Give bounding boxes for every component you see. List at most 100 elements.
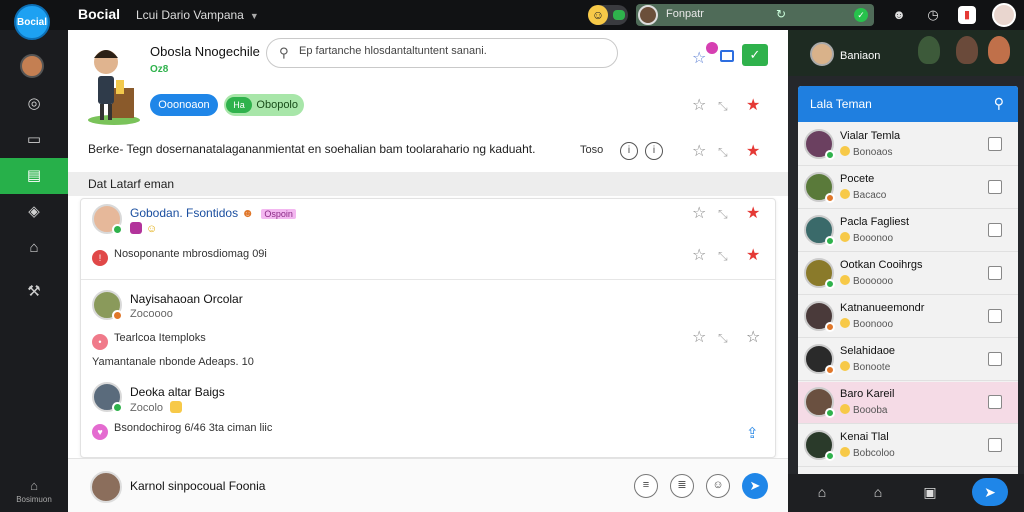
star-filled-icon[interactable]: ★ [746,142,760,162]
select-checkbox[interactable] [988,438,1002,452]
friend-name: Pocete [840,173,875,185]
friend-name: Ootkan Cooihrgs [840,259,923,271]
select-checkbox[interactable] [988,395,1002,409]
home-icon[interactable]: ⌂ [812,482,832,502]
friend-row-selected[interactable]: Baro Kareil Boooba [798,382,1018,424]
camera-icon[interactable]: ◎ [0,86,68,122]
confirm-button[interactable]: ✓ [742,44,768,66]
avatar[interactable] [92,204,123,235]
post-author-name[interactable]: Deoka altar Baigs [130,385,225,399]
search-input[interactable] [299,45,609,57]
tool-icon[interactable]: ⚒ [0,274,68,310]
star-filled-icon[interactable]: ★ [746,246,760,266]
refresh-icon[interactable]: ↻ [776,7,786,21]
book-icon[interactable]: ▭ [0,122,68,158]
pill-button-primary[interactable]: Ooonoaon [150,94,218,116]
expand-icon[interactable]: ⤡ [718,246,728,266]
description-time: Toso [580,144,604,156]
friend-status: Bacaco [840,189,886,201]
clock-icon[interactable]: ◷ [924,6,942,24]
expand-icon[interactable]: ⤡ [718,328,728,348]
smile-emoji-icon: ☺ [588,5,608,25]
friends-list-panel: Lala Teman ⚲ Vialar Temla Bonoaos Pocete… [798,86,1018,504]
info-icon[interactable]: i [620,142,638,160]
character-image [918,36,940,64]
rail-avatar[interactable] [20,54,44,78]
top-user-chip[interactable]: Fonpatr ↻ ✓ [636,4,874,26]
star-filled-icon[interactable]: ★ [746,96,760,116]
friend-row[interactable]: Pacla Fagliest Booonoo [798,210,1018,252]
user-avatar[interactable] [992,3,1016,27]
rail-footer-label: Bosimuon [16,495,52,504]
select-checkbox[interactable] [988,352,1002,366]
mascot-image [88,50,140,125]
search-icon[interactable]: ⚲ [994,95,1004,112]
avatar[interactable] [92,382,123,413]
rail-footer[interactable]: ⌂ Bosimuon [10,478,58,504]
lock-icon[interactable]: ⌂ [0,230,68,266]
friend-name: Selahidaoe [840,345,896,357]
select-checkbox[interactable] [988,223,1002,237]
avatar[interactable] [92,290,123,321]
pill-button-secondary[interactable]: Ha Obopolo [224,94,304,116]
attach-icon[interactable]: ≡ [634,474,658,498]
avatar [90,471,122,503]
post-meta: Zocolo [130,401,186,414]
friend-status: Bonoaos [840,146,892,158]
expand-icon[interactable]: ⤡ [718,96,728,116]
format-icon[interactable]: ≣ [670,474,694,498]
row-actions: ☆ ⤡ ☆ [692,328,764,348]
star-outline-icon[interactable]: ☆ [692,142,706,162]
alert-icon[interactable]: ▮ [958,6,976,24]
friend-row[interactable]: Pocete Bacaco [798,167,1018,209]
friend-row[interactable]: Ootkan Cooihrgs Boooooo [798,253,1018,295]
expand-icon[interactable]: ⤡ [718,204,728,224]
row-actions: ☆ ⤡ ★ [692,246,764,266]
friend-row[interactable]: Selahidaoe Bonoote [798,339,1018,381]
app-logo[interactable]: Bocial [14,4,50,40]
share-icon[interactable]: ⇪ [746,424,759,442]
check-icon[interactable]: ✓ [854,8,868,22]
composer-text[interactable]: Karnol sinpocoual Foonia [130,479,265,493]
emoji-icon[interactable]: ☺ [706,474,730,498]
post-reactions: ☺ [130,222,157,235]
star-icon[interactable]: ☆ [692,48,706,68]
home-icon: ⌂ [30,478,38,493]
star-filled-icon[interactable]: ★ [746,204,760,224]
star-outline-icon[interactable]: ☆ [692,96,706,116]
info-icon-2[interactable]: i [645,142,663,160]
friend-name: Baro Kareil [840,388,895,400]
message-composer: Karnol sinpocoual Foonia ≡ ≣ ☺ ➤ [68,458,788,512]
pill-tag: Ha [226,97,252,113]
friend-status: Bobcoloo [840,447,895,459]
workspace-switcher[interactable]: Lcui Dario Vampana ▼ [136,8,259,22]
feed-icon[interactable]: ▤ [0,158,68,194]
select-checkbox[interactable] [988,266,1002,280]
star-outline-icon[interactable]: ☆ [746,328,760,348]
emoji-status-badge[interactable]: ☺ [588,5,628,25]
puzzle-icon[interactable]: ◈ [0,194,68,230]
friend-row[interactable]: Kenai Tlal Bobcoloo [798,425,1018,467]
select-checkbox[interactable] [988,309,1002,323]
library-icon[interactable]: ⌂ [868,482,888,502]
star-outline-icon[interactable]: ☆ [692,204,706,224]
select-checkbox[interactable] [988,180,1002,194]
friend-status: Boooooo [840,275,893,287]
post-author-name[interactable]: Nayisahaoan Orcolar [130,292,243,306]
friend-row[interactable]: Vialar Temla Bonoaos [798,124,1018,166]
emoji-icon[interactable]: ☻ [890,6,908,24]
gallery-icon[interactable]: ▣ [920,482,940,502]
send-button[interactable]: ➤ [742,473,768,499]
expand-icon[interactable]: ⤡ [718,142,728,162]
heart-icon: ♥ [92,424,108,440]
window-icon[interactable] [720,50,734,62]
post-author[interactable]: Gobodan. Fsontidos ☻ Ospoin [130,206,296,220]
friend-row[interactable]: Katnanueemondr Boonooo [798,296,1018,338]
friend-status: Boooba [840,404,887,416]
star-outline-icon[interactable]: ☆ [692,246,706,266]
search-bar[interactable]: ⚲ [266,38,618,68]
star-outline-icon[interactable]: ☆ [692,328,706,348]
friend-name: Vialar Temla [840,130,901,142]
forward-button[interactable]: ➤ [972,478,1008,506]
select-checkbox[interactable] [988,137,1002,151]
